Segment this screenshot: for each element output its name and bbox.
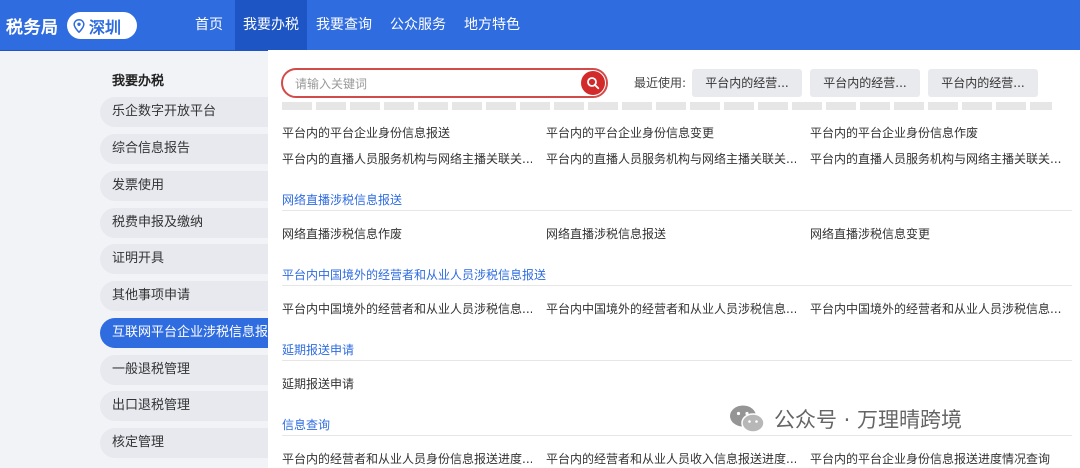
divider bbox=[282, 435, 1072, 436]
recent-chip[interactable]: 平台内的经营... bbox=[810, 69, 920, 97]
recent-chip[interactable]: 平台内的经营... bbox=[928, 69, 1038, 97]
recent-label: 最近使用: bbox=[634, 76, 687, 90]
service-link[interactable]: 平台内的直播人员服务机构与网络主播关联关... bbox=[282, 150, 532, 167]
service-link[interactable]: 网络直播涉税信息作废 bbox=[282, 225, 532, 242]
search-button[interactable] bbox=[581, 71, 605, 95]
service-link[interactable]: 平台内的经营者和从业人员收入信息报送进度... bbox=[546, 450, 796, 467]
sidebar: 我要办税 乐企数字开放平台 综合信息报告 发票使用 税费申报及缴纳 证明开具 其… bbox=[0, 50, 268, 468]
search-input[interactable] bbox=[293, 74, 577, 94]
nav-tax-handling[interactable]: 我要办税 bbox=[235, 0, 307, 50]
watermark: 公众号 · 万理晴跨境 bbox=[728, 404, 962, 434]
clipped-row bbox=[282, 102, 1052, 110]
sidebar-item-refund-general[interactable]: 一般退税管理 bbox=[100, 355, 268, 385]
divider bbox=[282, 360, 1072, 361]
service-link[interactable]: 平台内中国境外的经营者和从业人员涉税信息... bbox=[810, 300, 1065, 317]
city-label: 深圳 bbox=[89, 17, 122, 37]
city-selector[interactable]: 深圳 bbox=[67, 12, 137, 39]
nav-home[interactable]: 首页 bbox=[188, 0, 230, 50]
sidebar-item-platform-tax-info[interactable]: 互联网平台企业涉税信息报送 bbox=[100, 318, 268, 348]
section-title: 平台内中国境外的经营者和从业人员涉税信息报送 bbox=[282, 268, 547, 282]
wechat-icon bbox=[730, 405, 765, 433]
section-title: 延期报送申请 bbox=[282, 343, 355, 357]
sidebar-item-invoice[interactable]: 发票使用 bbox=[100, 171, 268, 201]
nav-local-features[interactable]: 地方特色 bbox=[457, 0, 527, 50]
service-link[interactable]: 平台内的平台企业身份信息变更 bbox=[546, 124, 796, 141]
sidebar-item-certificate[interactable]: 证明开具 bbox=[100, 244, 268, 274]
service-link[interactable]: 平台内的平台企业身份信息报送进度情况查询 bbox=[810, 450, 1065, 467]
service-link[interactable]: 网络直播涉税信息变更 bbox=[810, 225, 1065, 242]
nav-query[interactable]: 我要查询 bbox=[309, 0, 379, 50]
sidebar-item-declaration[interactable]: 税费申报及缴纳 bbox=[100, 208, 268, 238]
section-title: 信息查询 bbox=[282, 418, 331, 432]
service-link[interactable]: 平台内中国境外的经营者和从业人员涉税信息... bbox=[282, 300, 532, 317]
service-link[interactable]: 延期报送申请 bbox=[282, 375, 532, 392]
location-pin-icon bbox=[73, 18, 85, 33]
top-nav-bar: 税务局 深圳 首页 我要办税 我要查询 公众服务 地方特色 bbox=[0, 0, 1080, 51]
service-link[interactable]: 平台内的平台企业身份信息作废 bbox=[810, 124, 1065, 141]
watermark-text: 公众号 · 万理晴跨境 bbox=[774, 408, 963, 432]
sidebar-title: 我要办税 bbox=[112, 74, 165, 89]
sidebar-item-other-applications[interactable]: 其他事项申请 bbox=[100, 281, 268, 311]
sidebar-item-info-report[interactable]: 综合信息报告 bbox=[100, 134, 268, 164]
recent-chip[interactable]: 平台内的经营... bbox=[692, 69, 802, 97]
service-link[interactable]: 网络直播涉税信息报送 bbox=[546, 225, 796, 242]
search-box bbox=[281, 68, 608, 98]
service-link[interactable]: 平台内中国境外的经营者和从业人员涉税信息... bbox=[546, 300, 796, 317]
service-link[interactable]: 平台内的经营者和从业人员身份信息报送进度... bbox=[282, 450, 532, 467]
service-link[interactable]: 平台内的直播人员服务机构与网络主播关联关... bbox=[810, 150, 1065, 167]
sidebar-item-export-refund[interactable]: 出口退税管理 bbox=[100, 391, 268, 421]
sidebar-item-leqi-platform[interactable]: 乐企数字开放平台 bbox=[100, 97, 268, 127]
brand-title: 税务局 bbox=[6, 18, 59, 38]
section-title: 网络直播涉税信息报送 bbox=[282, 193, 403, 207]
nav-public-service[interactable]: 公众服务 bbox=[383, 0, 453, 50]
divider bbox=[282, 285, 1072, 286]
search-icon bbox=[587, 77, 600, 90]
divider bbox=[282, 210, 1072, 211]
service-link[interactable]: 平台内的直播人员服务机构与网络主播关联关... bbox=[546, 150, 796, 167]
sidebar-item-assessment[interactable]: 核定管理 bbox=[100, 428, 268, 458]
service-link[interactable]: 平台内的平台企业身份信息报送 bbox=[282, 124, 532, 141]
